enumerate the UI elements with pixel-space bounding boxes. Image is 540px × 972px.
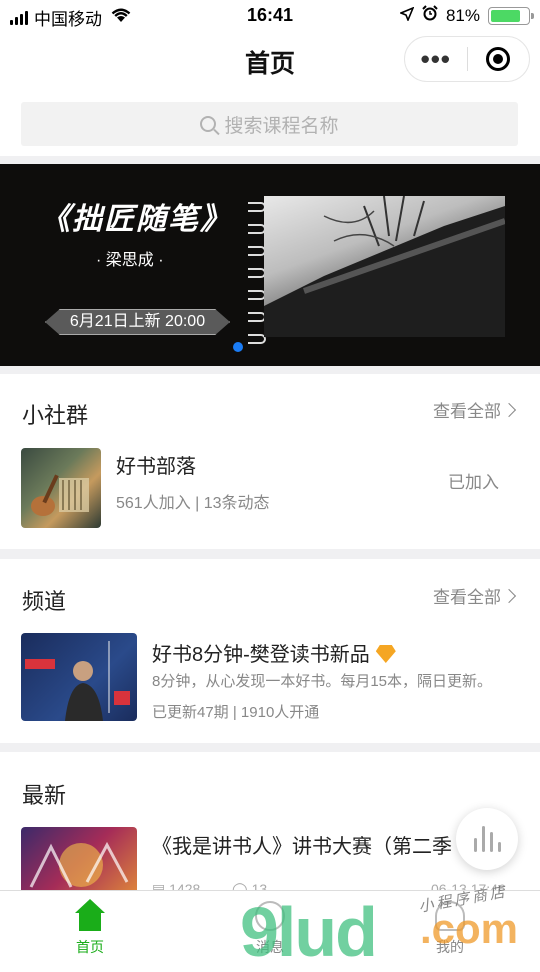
channel-see-all-link[interactable]: 查看全部 [433,583,514,608]
community-name[interactable]: 好书部落 [116,450,196,479]
community-thumbnail[interactable] [21,448,101,528]
alarm-icon [422,5,438,26]
banner-carousel[interactable]: 《拙匠随笔》 · 梁思成 · 6月21日上新 20:00 [0,164,540,366]
latest-thumbnail[interactable] [21,827,137,897]
carousel-indicator[interactable] [233,342,243,352]
search-placeholder: 搜索课程名称 [224,115,339,137]
section-divider [0,156,540,164]
section-divider [0,366,540,374]
target-icon [486,47,511,71]
channel-name-text: 好书8分钟-樊登读书新品 [152,644,370,666]
banner-title: 《拙匠随笔》 [40,202,232,237]
channel-description: 8分钟，从心发现一本好书。每月15本，隔日更新。 [152,673,493,690]
community-meta: 561人加入 | 13条动态 [116,495,270,512]
nav-bar: 首页 ••• [0,30,540,88]
latest-title[interactable]: 《我是讲书人》讲书大赛（第二季 [152,830,452,859]
banner-photo [264,196,505,337]
battery-icon [488,6,534,25]
tab-home-label: 首页 [76,939,104,955]
community-heading: 小社群 [22,403,89,428]
watermark-logo: 9lud [240,893,378,971]
status-bar: 中国移动 16:41 81% [0,0,540,30]
community-see-all-link[interactable]: 查看全部 [433,397,514,422]
section-divider [0,743,540,752]
search-input[interactable]: 搜索课程名称 [21,102,518,146]
channel-thumbnail[interactable] [21,633,137,721]
home-icon [73,899,107,933]
channel-meta: 已更新47期 | 1910人开通 [152,704,320,721]
miniprogram-capsule: ••• [404,36,530,82]
banner-release-date: 6月21日上新 20:00 [45,309,230,335]
banner-author: · 梁思成 · [96,252,164,269]
diamond-icon [375,645,396,663]
tab-home[interactable]: 首页 [50,899,130,957]
channel-heading: 频道 [22,589,67,614]
audio-player-button[interactable] [456,808,518,870]
location-arrow-icon [398,6,415,26]
search-icon [200,116,217,132]
close-miniprogram-button[interactable] [467,47,529,71]
channel-name[interactable]: 好书8分钟-樊登读书新品 [152,638,396,667]
latest-heading: 最新 [22,783,67,808]
more-options-button[interactable]: ••• [405,46,467,72]
battery-percent: 81% [445,5,480,25]
joined-status: 已加入 [448,473,499,492]
section-divider [0,549,540,559]
